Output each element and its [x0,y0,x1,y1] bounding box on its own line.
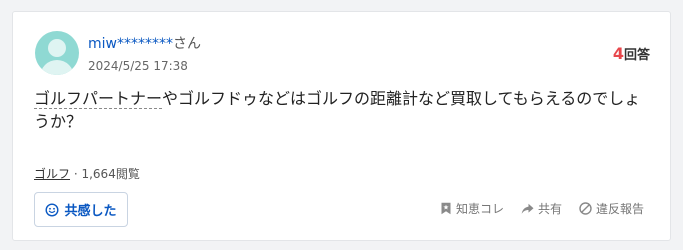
report-action[interactable]: 違反報告 [579,200,644,217]
question-keyword-link[interactable]: ゴルフパートナー [34,89,163,109]
avatar-icon[interactable] [35,31,79,75]
share-icon [521,203,534,214]
action-bar: 知恵コレ 共有 違反報告 [440,200,644,217]
view-count: 1,664閲覧 [81,167,140,181]
user-line: miw********さん [88,33,201,53]
smile-icon [45,202,59,217]
report-label: 違反報告 [595,202,644,216]
share-label: 共有 [537,202,562,216]
empathy-button-label: 共感した [64,204,117,219]
category-link[interactable]: ゴルフ [34,167,70,181]
post-timestamp: 2024/5/25 17:38 [88,59,188,73]
user-name-link[interactable]: miw******** [88,36,173,52]
bookmark-action[interactable]: 知恵コレ [440,200,504,217]
bookmark-icon [441,202,451,215]
empathy-button[interactable]: 共感した [34,192,128,227]
bookmark-label: 知恵コレ [455,202,504,216]
answer-count-label: 回答 [623,48,650,63]
question-meta: ゴルフ · 1,664閲覧 [34,165,140,182]
report-icon [579,202,592,215]
meta-separator: · [70,167,82,181]
question-text: ゴルフパートナーやゴルフドゥなどはゴルフの距離計など買取してもらえるのでしょうか… [34,87,656,133]
share-action[interactable]: 共有 [521,200,562,217]
user-suffix: さん [172,36,201,52]
answer-count-number: 4 [612,44,624,63]
question-card: miw********さん 2024/5/25 17:38 4回答 ゴルフパート… [12,11,671,241]
answer-count: 4回答 [613,44,650,63]
